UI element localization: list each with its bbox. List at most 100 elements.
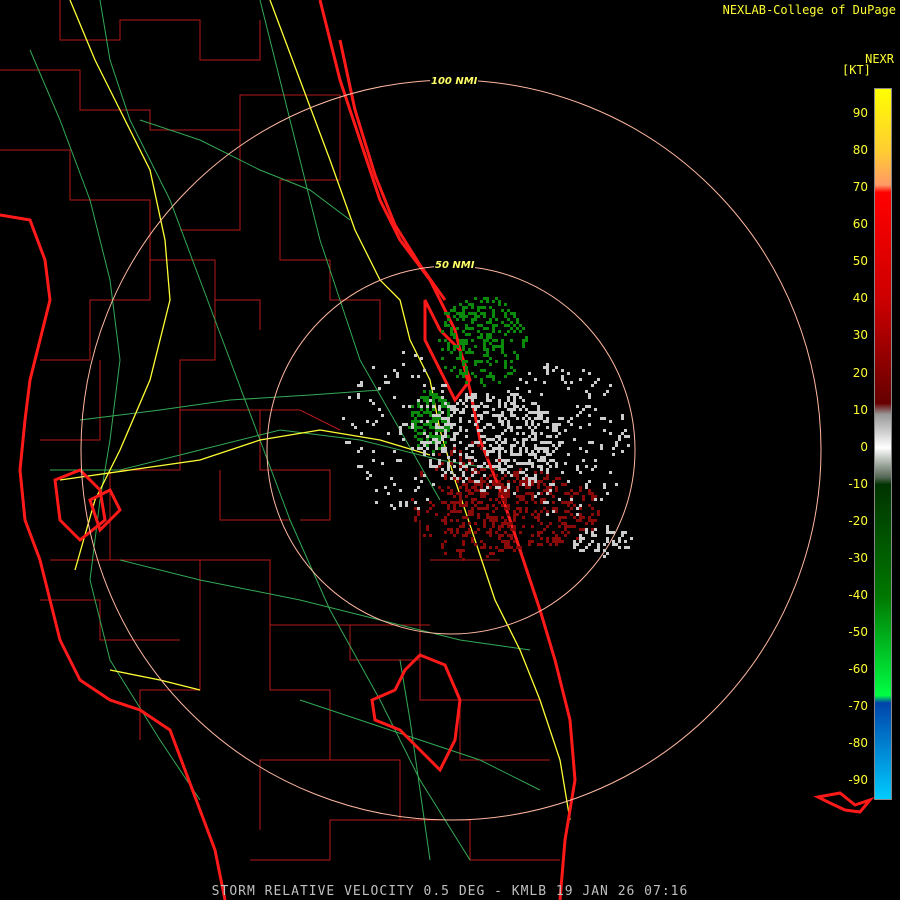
- radar-pixel: [510, 321, 513, 324]
- radar-pixel: [450, 528, 453, 531]
- legend-tick-label: -80: [848, 736, 868, 751]
- radar-pixel: [468, 303, 471, 306]
- radar-pixel: [438, 435, 441, 438]
- legend-tick-label: -50: [848, 625, 868, 640]
- radar-pixel: [348, 396, 351, 399]
- radar-pixel: [549, 522, 552, 525]
- radar-pixel: [444, 432, 447, 435]
- radar-pixel: [462, 558, 465, 561]
- radar-pixel: [486, 486, 489, 489]
- radar-pixel: [459, 468, 462, 471]
- radar-pixel: [453, 444, 456, 447]
- radar-pixel: [513, 438, 516, 441]
- radar-pixel: [405, 423, 408, 426]
- radar-pixel: [483, 507, 486, 510]
- radar-pixel: [570, 381, 573, 384]
- radar-pixel: [516, 462, 519, 465]
- radar-pixel: [459, 453, 462, 456]
- radar-pixel: [543, 420, 546, 423]
- radar-pixel: [552, 459, 555, 462]
- radar-pixel: [525, 483, 528, 486]
- radar-pixel: [384, 381, 387, 384]
- radar-pixel: [549, 489, 552, 492]
- radar-pixel: [591, 441, 594, 444]
- legend-tick-label: 60: [852, 217, 868, 232]
- radar-pixel: [441, 447, 444, 450]
- radar-pixel: [489, 306, 492, 309]
- radar-pixel: [465, 342, 468, 345]
- radar-pixel: [492, 378, 495, 381]
- radar-pixel: [492, 324, 495, 327]
- radar-pixel: [537, 465, 540, 468]
- radar-pixel: [549, 459, 552, 462]
- radar-pixel: [507, 465, 510, 468]
- radar-pixel: [465, 381, 468, 384]
- radar-pixel: [498, 435, 501, 438]
- radar-pixel: [489, 363, 492, 366]
- radar-pixel: [606, 528, 609, 531]
- radar-pixel: [618, 540, 621, 543]
- radar-pixel: [441, 489, 444, 492]
- radar-pixel: [393, 507, 396, 510]
- legend-tick-label: -20: [848, 513, 868, 528]
- radar-pixel: [609, 531, 612, 534]
- radar-pixel: [441, 357, 444, 360]
- radar-pixel: [501, 516, 504, 519]
- radar-pixel: [522, 480, 525, 483]
- radar-pixel: [549, 435, 552, 438]
- radar-pixel: [528, 543, 531, 546]
- radar-pixel: [525, 474, 528, 477]
- radar-pixel: [477, 513, 480, 516]
- radar-pixel: [489, 336, 492, 339]
- radar-pixel: [606, 492, 609, 495]
- radar-pixel: [513, 513, 516, 516]
- radar-pixel: [375, 489, 378, 492]
- radar-pixel: [462, 504, 465, 507]
- radar-pixel: [597, 378, 600, 381]
- radar-pixel: [504, 417, 507, 420]
- radar-pixel: [474, 363, 477, 366]
- radar-pixel: [531, 429, 534, 432]
- radar-pixel: [417, 405, 420, 408]
- radar-pixel: [441, 420, 444, 423]
- radar-pixel: [582, 528, 585, 531]
- radar-pixel: [513, 474, 516, 477]
- radar-pixel: [504, 501, 507, 504]
- radar-pixel: [534, 444, 537, 447]
- radar-pixel: [453, 366, 456, 369]
- radar-pixel: [486, 504, 489, 507]
- radar-pixel: [465, 504, 468, 507]
- radar-pixel: [441, 399, 444, 402]
- radar-pixel: [483, 474, 486, 477]
- radar-pixel: [471, 303, 474, 306]
- radar-pixel: [432, 402, 435, 405]
- radar-pixel: [489, 438, 492, 441]
- radar-pixel: [357, 384, 360, 387]
- product-caption: STORM RELATIVE VELOCITY 0.5 DEG - KMLB 1…: [211, 884, 689, 899]
- radar-pixel: [456, 492, 459, 495]
- radar-pixel: [591, 498, 594, 501]
- radar-pixel: [624, 540, 627, 543]
- legend-tick-label: 50: [852, 254, 868, 269]
- radar-pixel: [489, 342, 492, 345]
- radar-pixel: [588, 393, 591, 396]
- radar-pixel: [492, 468, 495, 471]
- radar-pixel: [459, 486, 462, 489]
- radar-pixel: [519, 408, 522, 411]
- radar-pixel: [585, 546, 588, 549]
- radar-pixel: [603, 543, 606, 546]
- radar-pixel: [411, 405, 414, 408]
- radar-pixel: [492, 465, 495, 468]
- radar-pixel: [465, 366, 468, 369]
- radar-pixel: [429, 423, 432, 426]
- radar-pixel: [480, 480, 483, 483]
- radar-pixel: [438, 429, 441, 432]
- radar-pixel: [585, 450, 588, 453]
- radar-pixel: [444, 426, 447, 429]
- radar-pixel: [579, 513, 582, 516]
- radar-pixel: [348, 441, 351, 444]
- radar-pixel: [591, 519, 594, 522]
- radar-pixel: [459, 477, 462, 480]
- radar-pixel: [579, 471, 582, 474]
- radar-pixel: [426, 438, 429, 441]
